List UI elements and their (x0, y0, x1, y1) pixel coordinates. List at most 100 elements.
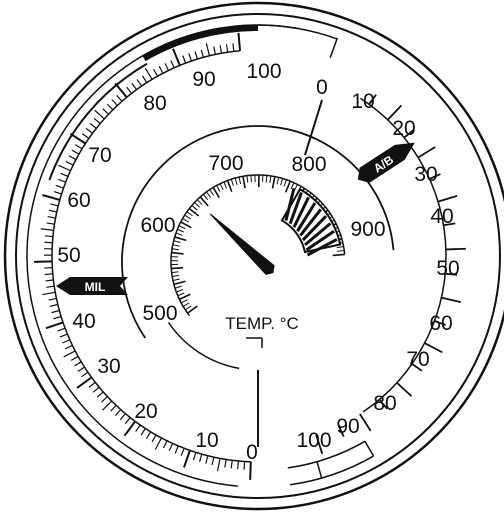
temp-scale-tick (175, 286, 182, 288)
left-scale-tick (227, 44, 228, 52)
left-scale-tick (115, 410, 120, 416)
temp-scale-tick (277, 178, 279, 185)
left-scale-tick (233, 43, 234, 51)
temp-scale-tick (210, 190, 214, 196)
left-scale-tick (60, 334, 67, 337)
left-scale-tick (48, 217, 56, 218)
left-scale-tick (238, 33, 240, 51)
left-scale-tick (47, 223, 55, 224)
left-scale-tick (142, 76, 146, 83)
left-scale-tick (137, 79, 142, 86)
left-scale-tick (53, 316, 61, 318)
left-scale-tick (102, 401, 111, 410)
left-scale-tick (163, 441, 167, 448)
right-scale-tick (438, 196, 457, 202)
left-scale-tick (45, 280, 53, 281)
top-box-arc (258, 25, 337, 39)
temp-scale-tick (203, 194, 207, 199)
left-scale-tick (58, 179, 65, 182)
right-scale-label-90: 90 (336, 415, 359, 438)
left-scale-tick (72, 150, 79, 154)
right-scale-label-0: 0 (316, 76, 328, 99)
temp-scale-tick (266, 175, 267, 182)
temp-scale-tick (179, 226, 185, 229)
left-scale-tick (212, 457, 214, 465)
right-scale-label-30: 30 (414, 163, 437, 186)
left-scale-tick (201, 50, 203, 58)
temp-scale-tick (291, 183, 294, 189)
right-scale-label-50: 50 (436, 257, 459, 280)
left-scale-tick (120, 414, 125, 420)
temp-label-500: 500 (142, 302, 177, 325)
temp-scale-tick (228, 181, 232, 192)
left-scale-label-40: 40 (72, 310, 95, 333)
temp-label-800: 800 (291, 153, 326, 176)
right-scale-tick (418, 147, 435, 157)
temp-scale-tick (179, 294, 190, 299)
temp-scale-tick (173, 245, 180, 246)
temp-scale-tick (337, 246, 344, 247)
left-scale-tick (42, 292, 55, 294)
left-scale-label-60: 60 (67, 189, 90, 212)
temp-scale-tick (185, 306, 191, 310)
left-scale-tick (189, 53, 192, 61)
temp-scale-tick (172, 275, 179, 276)
left-scale-tick (250, 462, 251, 480)
top-connector-line (305, 100, 322, 155)
temp-scale-tick (172, 249, 179, 250)
temp-scale-tick (235, 178, 237, 185)
temp-scale-tick (174, 241, 181, 243)
left-scale-tick (125, 418, 130, 424)
left-scale-tick (59, 165, 71, 170)
left-scale-tick (90, 123, 96, 128)
left-scale-tick (193, 452, 195, 460)
left-scale-label-90: 90 (192, 68, 215, 91)
left-scale-tick (107, 104, 113, 110)
temp-scale-tick (337, 250, 344, 251)
right-scale-label-70: 70 (406, 348, 429, 371)
left-scale-tick (127, 87, 132, 93)
bottom-box-outer-arc (290, 456, 373, 485)
left-scale-label-100: 100 (246, 60, 281, 83)
temp-scale-tick (181, 300, 187, 303)
temp-scale-tick (251, 175, 252, 182)
right-scale-label-60: 60 (429, 312, 452, 335)
temp-scale-tick (183, 303, 189, 307)
bottom-box-edge (317, 462, 322, 478)
left-scale-tick (74, 362, 81, 366)
left-scale-tick (50, 304, 58, 306)
left-scale-tick (200, 454, 202, 462)
left-scale-label-50: 50 (57, 244, 80, 267)
left-scale-tick (112, 100, 117, 106)
right-scale-tick (441, 298, 461, 302)
left-scale-tick (42, 195, 59, 200)
left-scale-tick (56, 185, 64, 188)
temp-scale-tick (173, 279, 180, 280)
engine-gauge: 0 10 20 30 40 50 60 70 80 90 100 0 10 20… (0, 0, 504, 511)
temp-scale-tick (284, 180, 286, 187)
left-scale-tick (206, 43, 209, 56)
right-scale-tick (360, 414, 371, 431)
left-scale-tick (89, 382, 95, 387)
temp-scale-tick (217, 185, 220, 191)
left-scale-tick (206, 456, 208, 464)
left-scale-tick (46, 286, 54, 287)
temp-scale-tick (176, 233, 183, 235)
left-scale-tick (69, 156, 76, 160)
left-scale-tick (52, 310, 60, 312)
left-scale-tick (65, 345, 72, 348)
temp-scale-tick (206, 192, 210, 198)
left-scale-tick (117, 95, 122, 101)
right-scale-label-80: 80 (373, 392, 396, 415)
temp-scale-tick (176, 290, 183, 292)
temp-unit-label: TEMP. °C (225, 314, 299, 333)
left-scale-tick (154, 69, 158, 76)
top-box-edge (330, 38, 337, 58)
temp-scale-tick (172, 253, 184, 254)
temp-scale-tick (231, 179, 233, 186)
temp-scale-tick (197, 200, 202, 205)
left-scale-tick (62, 340, 69, 343)
left-scale-label-0: 0 (246, 441, 258, 464)
left-scale-label-70: 70 (88, 144, 111, 167)
left-scale-tick (244, 462, 245, 470)
